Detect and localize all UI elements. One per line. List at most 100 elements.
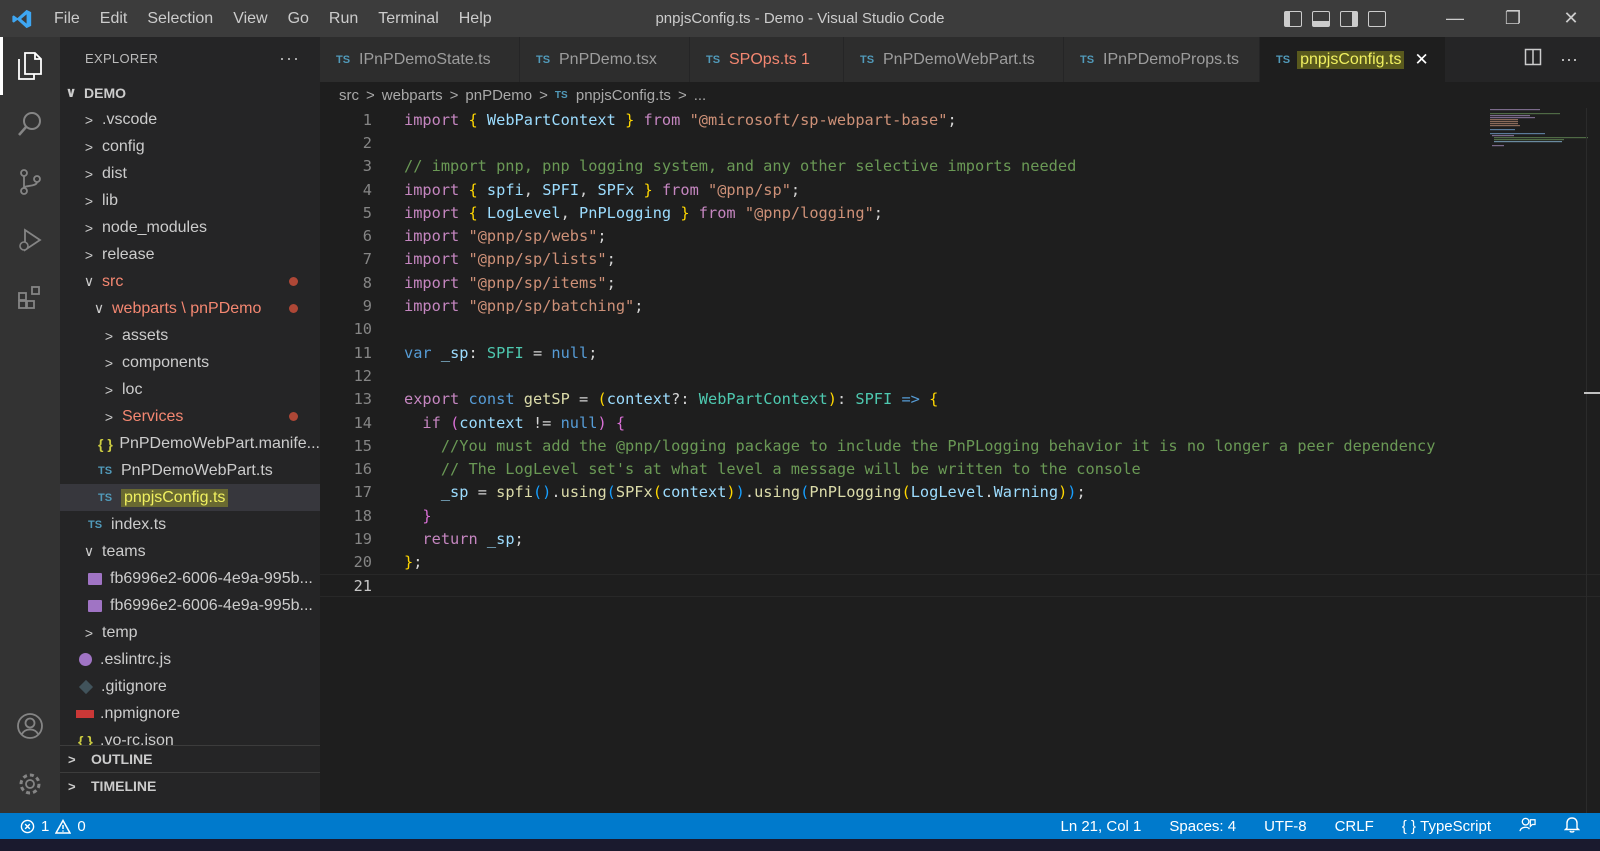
tab-pnpjsconfig[interactable]: TS pnpjsConfig.ts ✕: [1260, 37, 1446, 82]
source-control-icon[interactable]: [0, 153, 60, 211]
minimize-button[interactable]: —: [1426, 0, 1484, 37]
tree-file-eslintrc[interactable]: .eslintrc.js: [60, 646, 320, 673]
tab-pnpdemowebpart[interactable]: TS PnPDemoWebPart.ts: [844, 37, 1064, 82]
activity-bar: [0, 37, 60, 813]
tree-file-image-2[interactable]: fb6996e2-6006-4e9a-995b...: [60, 592, 320, 619]
customize-layout-icon[interactable]: [1368, 10, 1386, 27]
menu-view[interactable]: View: [223, 0, 277, 37]
breadcrumb-file[interactable]: pnpjsConfig.ts: [576, 87, 671, 104]
tree-folder-node-modules[interactable]: > node_modules: [60, 214, 320, 241]
close-tab-icon[interactable]: ✕: [1414, 50, 1428, 70]
npm-file-icon: [76, 709, 94, 718]
more-editor-actions-icon[interactable]: ···: [1560, 49, 1578, 70]
extensions-icon[interactable]: [0, 269, 60, 327]
error-dot-icon: [289, 277, 298, 286]
timeline-section[interactable]: > TIMELINE: [60, 772, 320, 799]
close-button[interactable]: ✕: [1542, 0, 1600, 37]
code-line: 19 return _sp;: [320, 527, 1600, 550]
tree-label: index.ts: [111, 515, 167, 533]
tree-file-npmignore[interactable]: .npmignore: [60, 700, 320, 727]
typescript-file-icon: TS: [98, 464, 113, 477]
tree-folder-assets[interactable]: > assets: [60, 322, 320, 349]
more-actions-icon[interactable]: ···: [279, 48, 300, 69]
minimap[interactable]: [1488, 108, 1588, 148]
code-editor[interactable]: 1 import { WebPartContext } from "@micros…: [320, 108, 1600, 813]
notifications-bell-icon[interactable]: [1563, 816, 1581, 837]
menu-selection[interactable]: Selection: [137, 0, 223, 37]
line-number: 6: [362, 227, 372, 246]
tree-label: PnPDemoWebPart.ts: [121, 461, 273, 479]
code-line: 10: [320, 318, 1600, 341]
tab-ipnpdemostate[interactable]: TS IPnPDemoState.ts: [320, 37, 520, 82]
tab-ipnpdemoprops[interactable]: TS IPnPDemoProps.ts: [1064, 37, 1260, 82]
toggle-sidebar-icon[interactable]: [1284, 10, 1302, 27]
menu-edit[interactable]: Edit: [90, 0, 138, 37]
breadcrumb-symbols[interactable]: ...: [694, 87, 707, 104]
tree-label: assets: [122, 326, 169, 344]
code-line: 6 import "@pnp/sp/webs";: [320, 224, 1600, 247]
chevron-right-icon: >: [104, 408, 114, 425]
chevron-right-icon: >: [84, 192, 94, 209]
tree-folder-dist[interactable]: > dist: [60, 160, 320, 187]
tree-file-index[interactable]: TS index.ts: [60, 511, 320, 538]
tree-folder-temp[interactable]: > temp: [60, 619, 320, 646]
tree-file-webpart-ts[interactable]: TS PnPDemoWebPart.ts: [60, 457, 320, 484]
menu-file[interactable]: File: [44, 0, 90, 37]
breadcrumb-webparts[interactable]: webparts: [382, 87, 443, 104]
tree-folder-vscode[interactable]: > .vscode: [60, 106, 320, 133]
tree-folder-services[interactable]: > Services: [60, 403, 320, 430]
line-number: 20: [353, 553, 372, 572]
tree-file-manifest[interactable]: { } PnPDemoWebPart.manife...: [60, 430, 320, 457]
menu-terminal[interactable]: Terminal: [368, 0, 448, 37]
editor-actions: ···: [1524, 37, 1600, 82]
cursor-position[interactable]: Ln 21, Col 1: [1060, 818, 1141, 835]
menu-help[interactable]: Help: [449, 0, 502, 37]
chevron-right-icon: >: [104, 327, 114, 344]
breadcrumb-pnpdemo[interactable]: pnPDemo: [465, 87, 532, 104]
tree-folder-src[interactable]: ∨ src: [60, 268, 320, 295]
tree-file-gitignore[interactable]: .gitignore: [60, 673, 320, 700]
tree-folder-loc[interactable]: > loc: [60, 376, 320, 403]
menu-go[interactable]: Go: [278, 0, 319, 37]
line-number: 11: [353, 343, 372, 362]
problems-status[interactable]: 1 0: [0, 818, 86, 835]
tree-folder-demo[interactable]: ∨ DEMO: [60, 79, 320, 106]
tree-folder-config[interactable]: > config: [60, 133, 320, 160]
run-debug-icon[interactable]: [0, 211, 60, 269]
git-file-icon: [78, 679, 94, 694]
language-mode[interactable]: { } TypeScript: [1402, 818, 1491, 835]
accounts-icon[interactable]: [0, 697, 60, 755]
tree-file-image-1[interactable]: fb6996e2-6006-4e9a-995b...: [60, 565, 320, 592]
feedback-icon[interactable]: [1519, 816, 1536, 837]
tree-folder-lib[interactable]: > lib: [60, 187, 320, 214]
code-line: 17 _sp = spfi(). using(SPFx(context)). usi…: [320, 481, 1600, 504]
tree-folder-components[interactable]: > components: [60, 349, 320, 376]
tree-folder-webparts-pnpdemo[interactable]: ∨ webparts \ pnPDemo: [60, 295, 320, 322]
tree-folder-release[interactable]: > release: [60, 241, 320, 268]
menu-run[interactable]: Run: [319, 0, 368, 37]
current-code-line: 21: [320, 573, 1600, 598]
tree-label: temp: [102, 623, 138, 641]
restore-button[interactable]: ❐: [1484, 0, 1542, 37]
tree-file-pnpjsconfig[interactable]: TS pnpjsConfig.ts: [60, 484, 320, 511]
json-file-icon: { }: [98, 435, 113, 452]
toggle-panel-icon[interactable]: [1312, 10, 1330, 27]
breadcrumb-src[interactable]: src: [339, 87, 359, 104]
file-encoding[interactable]: UTF-8: [1264, 818, 1307, 835]
manage-gear-icon[interactable]: [0, 755, 60, 813]
braces-icon: { }: [1401, 817, 1421, 835]
tab-pnpdemo-tsx[interactable]: TS PnPDemo.tsx: [520, 37, 690, 82]
tab-spops[interactable]: TS SPOps.ts 1: [690, 37, 844, 82]
indentation[interactable]: Spaces: 4: [1169, 818, 1236, 835]
error-dot-icon: [289, 412, 298, 421]
explorer-icon[interactable]: [0, 37, 60, 95]
search-icon[interactable]: [0, 95, 60, 153]
end-of-line[interactable]: CRLF: [1335, 818, 1374, 835]
outline-section[interactable]: > OUTLINE: [60, 745, 320, 772]
split-editor-icon[interactable]: [1524, 48, 1542, 71]
code-line: 8 import "@pnp/sp/items";: [320, 271, 1600, 294]
toggle-secondary-sidebar-icon[interactable]: [1340, 10, 1358, 27]
image-file-icon: [88, 599, 102, 612]
tree-folder-teams[interactable]: ∨ teams: [60, 538, 320, 565]
editor-scrollbar[interactable]: [1586, 108, 1600, 813]
